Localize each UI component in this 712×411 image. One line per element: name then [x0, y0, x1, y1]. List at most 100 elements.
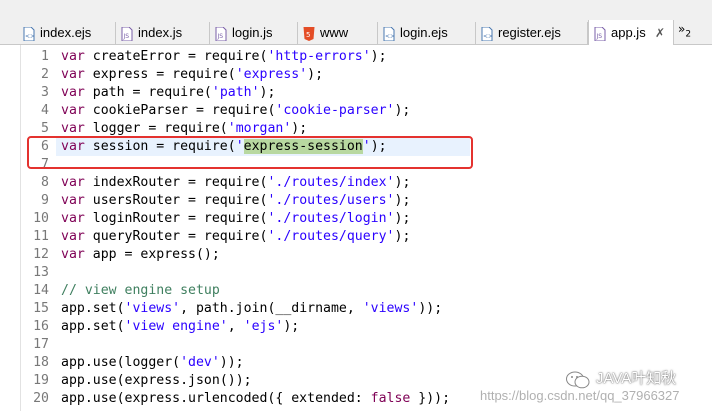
code-token: cookieParser = require( — [84, 103, 276, 118]
code-token: ); — [307, 67, 324, 82]
tab-label: login.ejs — [400, 25, 448, 40]
wechat-icon — [566, 371, 590, 389]
line-number: 19 — [33, 373, 49, 388]
code-line[interactable]: 17 — [0, 336, 712, 354]
code-line[interactable]: 9 var usersRouter = require('./routes/use… — [0, 192, 712, 210]
code-line[interactable]: 11 var queryRouter = require('./routes/qu… — [0, 228, 712, 246]
tab-label: index.ejs — [40, 25, 92, 40]
tab-index-js[interactable]: JS index.js — [116, 22, 210, 44]
code-token: var — [61, 103, 85, 118]
code-token: ); — [291, 121, 308, 136]
svg-text:<>: <> — [385, 33, 395, 40]
html5-file-icon: 5 — [303, 26, 315, 41]
code-token: var — [61, 211, 85, 226]
code-token: express = require( — [84, 67, 236, 82]
code-line[interactable]: 1 var createError = require('http-errors'… — [0, 48, 712, 66]
code-editor[interactable]: 1 var createError = require('http-errors'… — [0, 45, 712, 411]
code-token: false — [370, 391, 411, 406]
line-number: 14 — [33, 283, 49, 298]
code-token: ); — [394, 193, 411, 208]
svg-text:JS: JS — [217, 33, 224, 40]
code-token: // view engine setup — [61, 283, 220, 298]
code-token: var — [61, 229, 85, 244]
tab-label: index.js — [138, 25, 183, 40]
tab-label: login.js — [232, 25, 273, 40]
code-line[interactable]: 14 // view engine setup — [0, 282, 712, 300]
code-token: ); — [259, 85, 276, 100]
js-file-icon: JS — [215, 26, 227, 42]
code-token: queryRouter = require( — [84, 229, 268, 244]
line-number: 18 — [33, 355, 49, 370]
code-token: createError = require( — [84, 49, 268, 64]
tab-index-ejs[interactable]: <> index.ejs — [18, 22, 116, 44]
code-text: var queryRouter = require('./routes/quer… — [61, 228, 410, 246]
editor-tab-bar: <> index.ejs JS index.js JS login.js 5 www <> log… — [0, 0, 712, 45]
code-text: app.set('view engine', 'ejs'); — [61, 318, 299, 336]
line-number: 12 — [33, 247, 49, 262]
tab-www[interactable]: 5 www — [298, 22, 378, 44]
code-token: var — [61, 247, 85, 262]
svg-text:JS: JS — [123, 33, 130, 40]
close-icon[interactable]: ✗ — [655, 22, 665, 44]
code-token: './routes/users' — [267, 193, 395, 208]
code-token: app.use(logger( — [61, 355, 181, 370]
watermark-brand: JAVA叶知秋 — [596, 370, 677, 387]
code-token: json — [188, 373, 220, 388]
line-number: 3 — [41, 85, 49, 100]
code-line[interactable]: 4 var cookieParser = require('cookie-pars… — [0, 102, 712, 120]
line-number: 8 — [41, 175, 49, 190]
svg-text:5: 5 — [306, 31, 310, 39]
code-token: app.set( — [61, 319, 125, 334]
code-token: ); — [394, 229, 411, 244]
code-token: 'views' — [124, 301, 181, 316]
svg-text:JS: JS — [596, 33, 603, 40]
code-token: ); — [394, 175, 411, 190]
code-token: indexRouter = require( — [84, 175, 268, 190]
tab-login-js[interactable]: JS login.js — [210, 22, 298, 44]
code-token: ); — [394, 211, 411, 226]
code-token: 'morgan' — [227, 121, 292, 136]
code-line[interactable]: 16 app.set('view engine', 'ejs'); — [0, 318, 712, 336]
code-text: var app = express(); — [61, 246, 220, 264]
code-token: 'cookie-parser' — [275, 103, 395, 118]
code-line[interactable]: 2 var express = require('express'); — [0, 66, 712, 84]
code-line[interactable]: 10 var loginRouter = require('./routes/lo… — [0, 210, 712, 228]
code-line[interactable]: 8 var indexRouter = require('./routes/ind… — [0, 174, 712, 192]
tab-label: www — [320, 25, 349, 40]
code-line[interactable]: 3 var path = require('path'); — [0, 84, 712, 102]
tab-overflow-button[interactable]: »2 — [678, 22, 691, 39]
code-text: var indexRouter = require('./routes/inde… — [61, 174, 410, 192]
line-number: 17 — [33, 337, 49, 352]
line-number: 2 — [41, 67, 49, 82]
line-number: 1 — [41, 49, 49, 64]
code-token: app.use(express.urlencoded({ extended: — [61, 391, 371, 406]
code-text: app.use(express.json()); — [61, 372, 252, 390]
tab-login-ejs[interactable]: <> login.ejs — [378, 22, 476, 44]
ejs-file-icon: <> — [481, 26, 493, 42]
tab-register-ejs[interactable]: <> register.ejs — [476, 22, 588, 44]
code-token: './routes/query' — [267, 229, 395, 244]
tab-app-js[interactable]: JS app.js ✗ — [588, 20, 674, 45]
line-number: 16 — [33, 319, 49, 334]
code-token: usersRouter = require( — [84, 193, 268, 208]
code-token: app = express(); — [84, 247, 220, 262]
code-line[interactable]: 13 — [0, 264, 712, 282]
js-file-icon: JS — [121, 26, 133, 42]
code-token: ()); — [219, 373, 252, 388]
code-token: 'view engine' — [124, 319, 228, 334]
code-token: , path.join(__dirname, — [180, 301, 363, 316]
code-text: // view engine setup — [61, 282, 220, 300]
code-line[interactable]: 12 var app = express(); — [0, 246, 712, 264]
code-token: 'views' — [362, 301, 419, 316]
code-token: logger = require( — [84, 121, 228, 136]
code-token: 'ejs' — [243, 319, 284, 334]
code-token: )); — [418, 301, 443, 316]
code-text: app.use(express.urlencoded({ extended: f… — [61, 390, 450, 408]
code-line[interactable]: 15 app.set('views', path.join(__dirname, … — [0, 300, 712, 318]
ejs-file-icon: <> — [383, 26, 395, 42]
code-token: app.use(express. — [61, 373, 189, 388]
code-token: var — [61, 175, 85, 190]
js-file-icon: JS — [594, 26, 606, 42]
annotation-box — [27, 136, 473, 169]
code-text: var path = require('path'); — [61, 84, 275, 102]
